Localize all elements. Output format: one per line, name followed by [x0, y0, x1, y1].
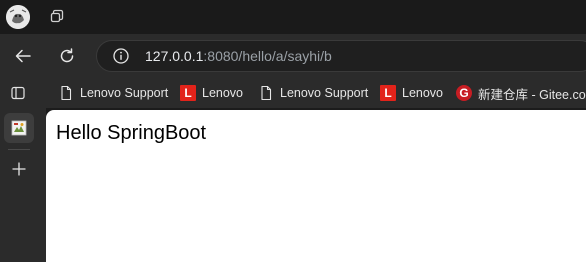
- page-content: Hello SpringBoot: [46, 110, 586, 262]
- active-tab[interactable]: [4, 113, 34, 143]
- favorite-label: Lenovo: [202, 86, 244, 100]
- info-circle-icon[interactable]: [112, 47, 130, 65]
- url-host: 127.0.0.1: [145, 48, 204, 64]
- page-icon: [61, 85, 72, 101]
- workspaces-icon[interactable]: [44, 5, 68, 29]
- page-body-text: Hello SpringBoot: [56, 122, 207, 144]
- favorite-label: Lenovo Support: [280, 86, 369, 100]
- tab-divider: [8, 149, 30, 150]
- favorite-gitee[interactable]: G 新建仓库 - Gitee.com: [456, 82, 586, 104]
- profile-avatar[interactable]: [6, 5, 30, 29]
- browser-window: 127.0.0.1:8080/hello/a/sayhi/b Lenovo Su…: [0, 0, 586, 262]
- title-bar: [0, 0, 586, 34]
- new-tab-button[interactable]: [6, 156, 32, 182]
- url-path: :8080/hello/a/sayhi/b: [203, 48, 332, 64]
- favorite-lenovo-2[interactable]: L Lenovo: [380, 82, 443, 104]
- site-favicon: [11, 120, 27, 136]
- vertical-tabs-toggle[interactable]: [0, 78, 46, 108]
- favorites-bar: Lenovo Support L Lenovo Lenovo Support L…: [0, 78, 586, 108]
- favorite-lenovo-support[interactable]: Lenovo Support: [58, 82, 168, 104]
- favorite-label: 新建仓库 - Gitee.com: [478, 87, 586, 102]
- favorite-lenovo[interactable]: L Lenovo: [180, 82, 243, 104]
- lenovo-logo-icon: L: [380, 85, 396, 101]
- gitee-logo-icon: G: [456, 85, 472, 101]
- address-bar[interactable]: 127.0.0.1:8080/hello/a/sayhi/b: [96, 40, 586, 72]
- url-text[interactable]: 127.0.0.1:8080/hello/a/sayhi/b: [145, 48, 332, 64]
- refresh-button[interactable]: [53, 42, 81, 70]
- vertical-tab-strip: [0, 108, 46, 262]
- back-arrow-icon: [15, 49, 31, 63]
- back-button[interactable]: [9, 42, 37, 70]
- favorite-lenovo-support-2[interactable]: Lenovo Support: [258, 82, 368, 104]
- page-icon: [261, 85, 272, 101]
- favorite-label: Lenovo Support: [80, 86, 169, 100]
- vertical-tabs-icon: [11, 86, 25, 100]
- refresh-icon: [60, 48, 74, 63]
- plus-icon: [12, 162, 26, 176]
- lenovo-logo-icon: L: [180, 85, 196, 101]
- navigation-bar: 127.0.0.1:8080/hello/a/sayhi/b: [0, 34, 586, 78]
- favorite-label: Lenovo: [402, 86, 444, 100]
